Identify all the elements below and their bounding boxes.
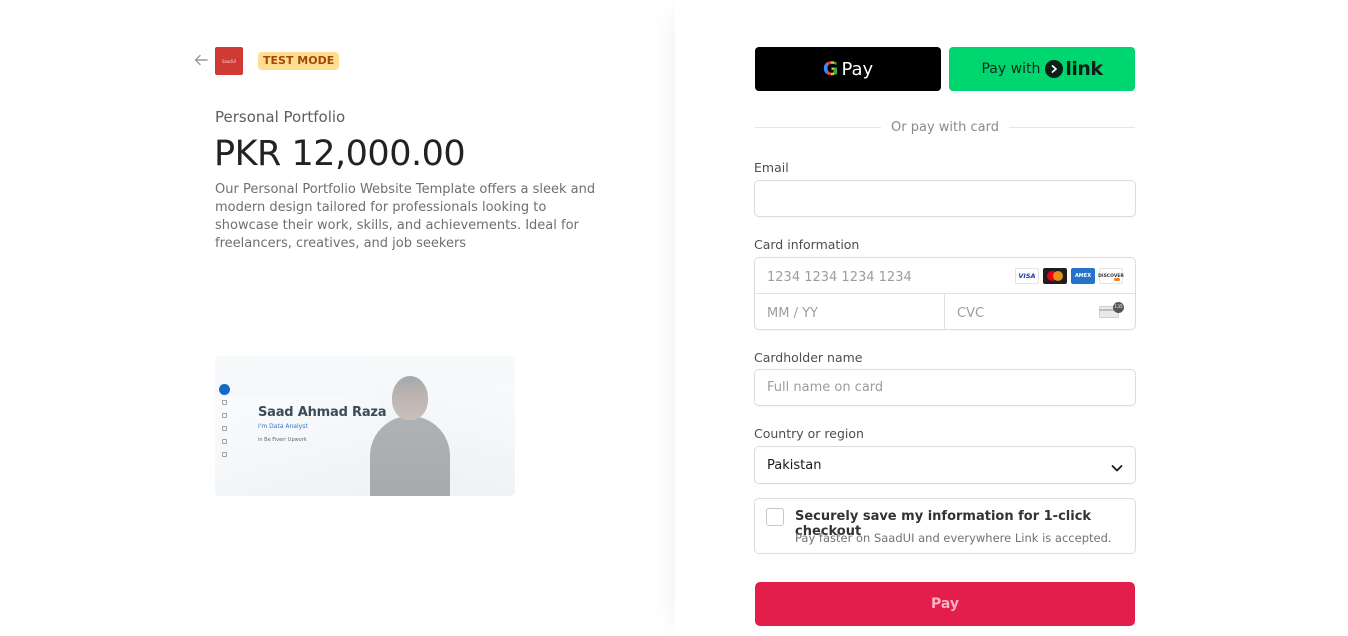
arrow-left-icon[interactable]: [193, 52, 209, 68]
card-information-label: Card information: [754, 237, 860, 252]
divider-line: [755, 126, 882, 128]
mastercard-icon: [1043, 268, 1067, 284]
pay-button[interactable]: Pay: [755, 582, 1135, 626]
card-brands: VISA AMEX DISCOVER: [1015, 268, 1124, 284]
preview-hero-links: in Be Fiverr Upwork: [258, 437, 307, 443]
preview-side-nav: [219, 384, 231, 465]
google-pay-button[interactable]: G Pay: [755, 47, 941, 91]
mail-icon: [222, 452, 227, 457]
cvc-input[interactable]: CVC 135: [945, 294, 1135, 330]
google-pay-label: Pay: [841, 58, 874, 80]
save-info-box: Securely save my information for 1-click…: [754, 498, 1136, 554]
link-pay-prefix: Pay with: [981, 61, 1041, 77]
home-icon: [219, 384, 230, 395]
divider-line: [1008, 126, 1136, 128]
link-logo-text: link: [1065, 58, 1103, 80]
country-value: Pakistan: [767, 458, 822, 473]
save-info-subtitle: Pay faster on SaadUI and everywhere Link…: [795, 531, 1112, 545]
cardholder-name-field[interactable]: Full name on card: [754, 369, 1136, 406]
country-select[interactable]: Pakistan: [754, 446, 1136, 484]
expiry-input[interactable]: MM / YY: [755, 294, 945, 330]
test-mode-badge: TEST MODE: [258, 52, 340, 70]
cvc-hint-number: 135: [1113, 302, 1124, 313]
or-divider: Or pay with card: [755, 119, 1136, 135]
cardholder-name-label: Cardholder name: [754, 350, 863, 365]
preview-hero-subtitle: I'm Data Analyst: [258, 423, 308, 430]
brand-logo-text: SaadUI: [221, 58, 237, 64]
grid-icon: [222, 439, 227, 444]
save-info-checkbox[interactable]: [766, 508, 784, 526]
card-information-group: 1234 1234 1234 1234 VISA AMEX DISCOVER M…: [754, 257, 1136, 330]
country-label: Country or region: [754, 426, 864, 441]
email-field[interactable]: [754, 180, 1136, 217]
discover-icon: DISCOVER: [1098, 268, 1124, 284]
product-preview-image: Saad Ahmad Raza I'm Data Analyst in Be F…: [215, 356, 515, 496]
product-name: Personal Portfolio: [215, 108, 346, 126]
visa-icon: VISA: [1015, 268, 1039, 284]
cvc-placeholder: CVC: [957, 306, 985, 321]
link-arrow-icon: [1045, 60, 1064, 78]
order-summary-panel: SaadUI TEST MODE Personal Portfolio PKR …: [0, 0, 675, 636]
email-label: Email: [754, 160, 789, 175]
google-g-icon: G: [822, 58, 839, 80]
cvc-card-icon: 135: [1099, 302, 1124, 318]
chevron-down-icon: [1111, 460, 1123, 472]
payment-panel: G Pay Pay with link Or pay with card Ema…: [675, 0, 1348, 636]
card-number-placeholder: 1234 1234 1234 1234: [767, 270, 912, 285]
amex-icon: AMEX: [1071, 268, 1095, 284]
brand-logo: SaadUI: [215, 47, 243, 75]
link-pay-button[interactable]: Pay with link: [949, 47, 1135, 91]
user-icon: [222, 400, 227, 405]
expiry-placeholder: MM / YY: [767, 306, 818, 321]
preview-hero-name: Saad Ahmad Raza: [258, 405, 387, 420]
cardholder-name-placeholder: Full name on card: [767, 380, 884, 395]
file-icon: [222, 413, 227, 418]
card-number-input[interactable]: 1234 1234 1234 1234 VISA AMEX DISCOVER: [755, 258, 1135, 294]
divider-text: Or pay with card: [891, 119, 999, 135]
briefcase-icon: [222, 426, 227, 431]
product-price: PKR 12,000.00: [214, 134, 466, 174]
product-description: Our Personal Portfolio Website Template …: [215, 182, 596, 251]
